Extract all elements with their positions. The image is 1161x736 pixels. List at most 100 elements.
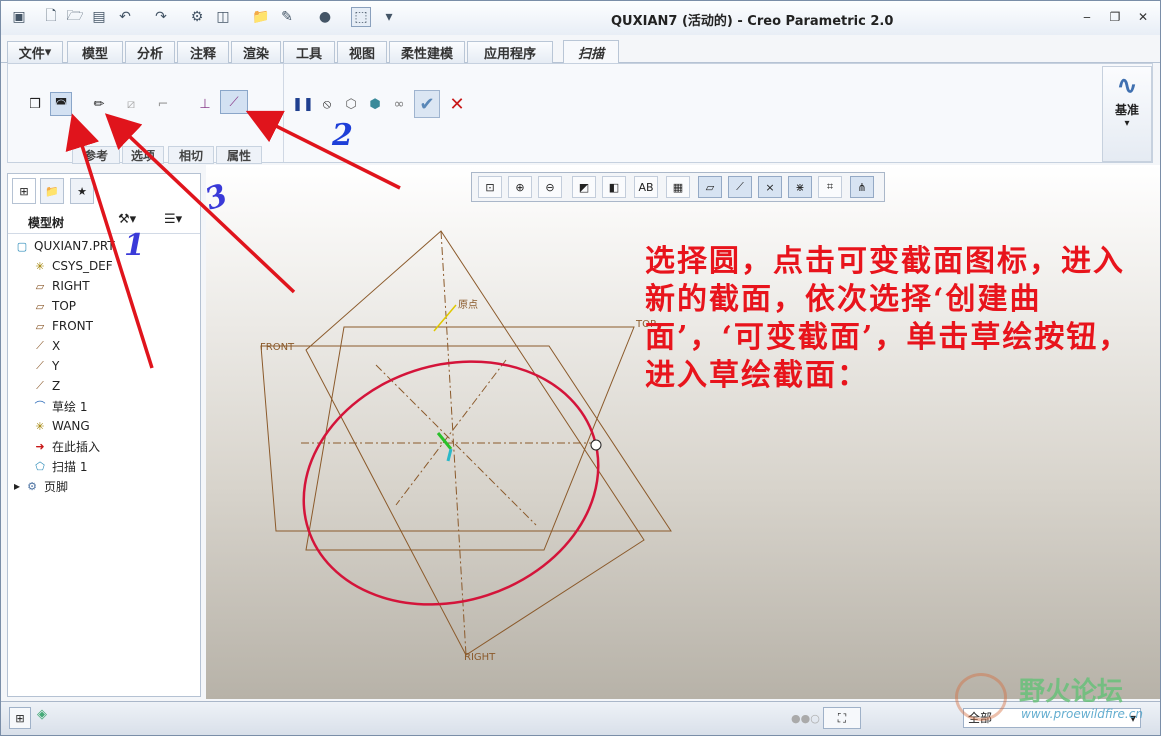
ribbon-tabs: 文件▾ 模型 分析 注释 渲染 工具 视图 柔性建模 应用程序 扫描 ⌃ ⚲ ◉… <box>1 39 1160 94</box>
save-icon[interactable]: ▤ <box>89 7 109 27</box>
tree-item[interactable]: ➜ 在此插入 <box>32 436 100 456</box>
tab-analysis[interactable]: 分析 <box>125 41 175 63</box>
tab-applications[interactable]: 应用程序 <box>467 41 553 63</box>
repaint-icon[interactable]: ◩ <box>572 176 596 198</box>
tab-flexible-modeling[interactable]: 柔性建模 <box>389 41 465 63</box>
tab-annotate[interactable]: 注释 <box>177 41 229 63</box>
group-references[interactable]: 参考 <box>72 146 120 164</box>
tree-item-label: X <box>52 339 61 353</box>
windows-icon[interactable]: ◫ <box>213 7 233 27</box>
verify-icon[interactable]: ⬢ <box>364 92 386 116</box>
tree-item[interactable]: ▢ QUXIAN7.PRT <box>14 236 115 256</box>
find-icon[interactable]: ⛶ <box>823 707 861 729</box>
cancel-icon[interactable]: ✕ <box>446 92 468 116</box>
no-preview-icon[interactable]: ⦸ <box>316 92 338 116</box>
new-icon[interactable]: 🗋 <box>41 7 61 27</box>
tree-item[interactable]: ⟋ X <box>32 336 60 356</box>
csys-icon: ✳ <box>35 259 45 273</box>
point-display-icon[interactable]: × <box>758 176 782 198</box>
tree-item[interactable]: ⬠ 扫描 1 <box>32 456 87 476</box>
group-tangency[interactable]: 相切 <box>168 146 214 164</box>
favorites-tab-icon[interactable]: ★ <box>70 178 94 204</box>
tree-item[interactable]: ▱ TOP <box>32 296 76 316</box>
csys-display-icon[interactable]: ⋇ <box>788 176 812 198</box>
tab-view[interactable]: 视图 <box>337 41 387 63</box>
refit-icon[interactable]: ⊡ <box>478 176 502 198</box>
display-icon[interactable]: ⬚ <box>351 7 371 27</box>
variable-section-icon[interactable]: ⟋ <box>220 90 248 114</box>
start-point[interactable] <box>590 439 602 451</box>
redo-icon[interactable]: ↷ <box>151 7 171 27</box>
sketch-edit-icon[interactable]: ✏ <box>88 92 110 116</box>
tree-item[interactable]: ▱ RIGHT <box>32 276 90 296</box>
maximize-icon[interactable]: ❐ <box>1107 9 1123 25</box>
part-icon: ▢ <box>16 239 28 253</box>
front-label: FRONT <box>260 342 295 353</box>
spin-center-icon[interactable]: ⋔ <box>850 176 874 198</box>
zoom-in-icon[interactable]: ⊕ <box>508 176 532 198</box>
tree-item[interactable]: ⟋ Z <box>32 376 60 396</box>
sketch-icon: ⌒ <box>34 400 46 413</box>
measure-icon[interactable]: ✎ <box>277 7 297 27</box>
tree-item[interactable]: ▱ FRONT <box>32 316 93 336</box>
tree-filter-icon[interactable]: ☰▾ <box>164 212 182 227</box>
message-log-icon[interactable]: ◈ <box>37 707 59 729</box>
thicken-icon[interactable]: ⌐ <box>152 92 174 116</box>
solid-icon[interactable]: ❒ <box>24 92 46 116</box>
undo-icon[interactable]: ↶ <box>115 7 135 27</box>
customize-icon[interactable]: ▾ <box>379 7 399 27</box>
appearance-icon[interactable]: ● <box>315 7 335 27</box>
folder-icon[interactable]: 📁 <box>251 7 271 27</box>
datum-planes <box>260 230 672 656</box>
saved-orientations-icon[interactable]: AB <box>634 176 658 198</box>
tab-tools[interactable]: 工具 <box>283 41 335 63</box>
plane-display-icon[interactable]: ▱ <box>698 176 722 198</box>
remove-material-icon[interactable]: ⧄ <box>120 92 142 116</box>
expand-icon[interactable]: ▸ <box>14 479 20 493</box>
tree-item-label: QUXIAN7.PRT <box>34 239 115 253</box>
view-manager-icon[interactable]: ▦ <box>666 176 690 198</box>
ok-icon[interactable]: ✔ <box>414 90 440 118</box>
section-circle[interactable] <box>272 324 630 641</box>
tab-render[interactable]: 渲染 <box>231 41 281 63</box>
model-tree-tab-icon[interactable]: ⊞ <box>12 178 36 204</box>
pause-icon[interactable]: ❚❚ <box>292 92 314 116</box>
minimize-icon[interactable]: ‒ <box>1079 9 1095 25</box>
plane-icon: ▱ <box>35 299 45 313</box>
tree-item[interactable]: ⌒ 草绘 1 <box>32 396 88 416</box>
preview-icon[interactable]: ⬡ <box>340 92 362 116</box>
axis-z <box>375 364 537 526</box>
open-icon[interactable]: 🗁 <box>65 7 85 27</box>
tab-sweep[interactable]: 扫描 <box>563 40 619 64</box>
tree-item[interactable]: ✳ CSYS_DEF <box>32 256 112 276</box>
datum-button[interactable]: ∿ 基准 ▾ <box>1102 66 1152 162</box>
tree-item[interactable]: ⟋ Y <box>32 356 59 376</box>
tree-item-label: 扫描 1 <box>52 459 88 474</box>
glasses-icon[interactable]: ∞ <box>388 92 410 116</box>
group-properties[interactable]: 属性 <box>216 146 262 164</box>
tree-settings-icon[interactable]: ⚒▾ <box>118 212 136 227</box>
group-options[interactable]: 选项 <box>122 146 164 164</box>
insert-arrow-icon: ➜ <box>35 439 45 453</box>
axis-display-icon[interactable]: ⟋ <box>728 176 752 198</box>
tree-item[interactable]: ▸ ⚙ 页脚 <box>14 476 68 496</box>
progress-dots-icon: ●●○ <box>791 712 820 725</box>
regenerate-icon[interactable]: ⚙ <box>187 7 207 27</box>
show-tree-icon[interactable]: ⊞ <box>9 707 31 729</box>
tab-model[interactable]: 模型 <box>67 41 123 63</box>
close-icon[interactable]: ✕ <box>1135 9 1151 25</box>
title-bar: ▣ 🗋 🗁 ▤ ↶ ↷ ⚙ ◫ 📁 ✎ ● ⬚ ▾ QUXIAN7 (活动的) … <box>1 1 1160 35</box>
surface-icon[interactable]: ◚ <box>50 92 72 116</box>
tab-file[interactable]: 文件 ▾ <box>7 41 63 63</box>
annotation-2: 2 <box>332 118 353 153</box>
folder-browser-tab-icon[interactable]: 📁 <box>40 178 64 204</box>
display-style-icon[interactable]: ◧ <box>602 176 626 198</box>
annotation-display-icon[interactable]: ⌗ <box>818 176 842 198</box>
zoom-out-icon[interactable]: ⊖ <box>538 176 562 198</box>
chevron-down-icon: ▾ <box>1124 118 1130 129</box>
constant-section-icon[interactable]: ⊥ <box>194 92 216 116</box>
tree-item-label: 页脚 <box>44 479 69 494</box>
tree-item[interactable]: ✳ WANG <box>32 416 89 436</box>
datum-curve-icon: ∿ <box>1116 71 1138 101</box>
watermark-url: www.proewildfire.cn <box>1021 707 1143 721</box>
